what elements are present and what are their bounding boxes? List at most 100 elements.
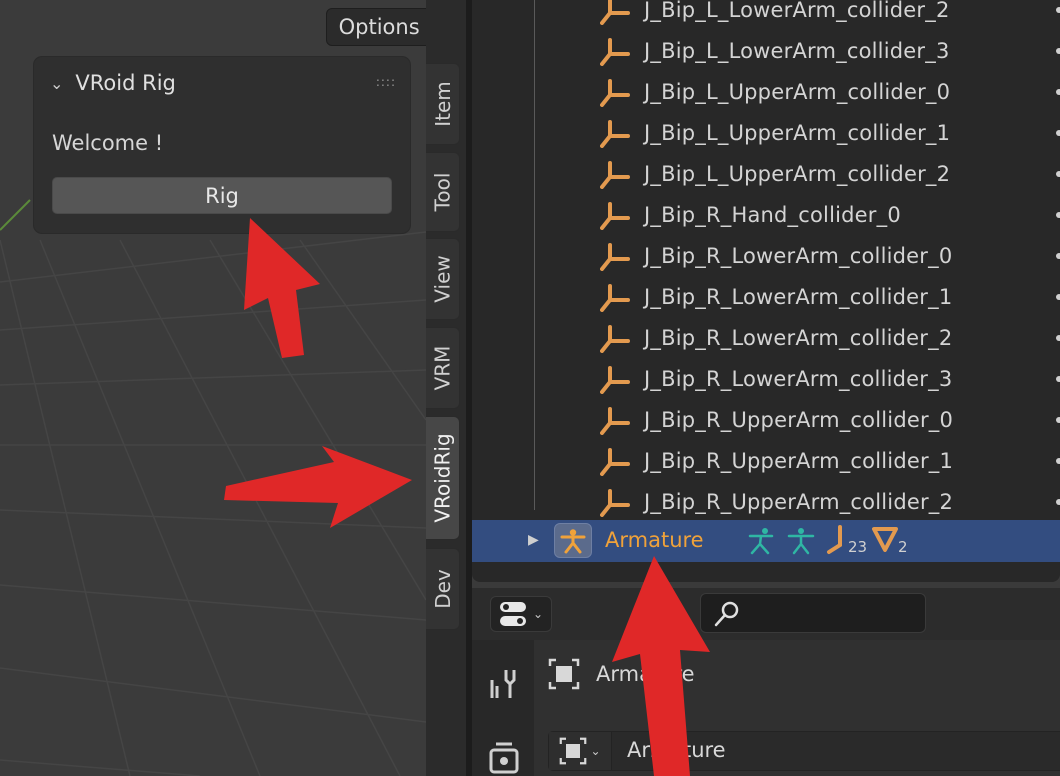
outliner-row[interactable]: J_Bip_L_UpperArm_collider_0 [472,71,1060,112]
visibility-dot[interactable] [1056,416,1060,423]
rig-button[interactable]: Rig [52,177,392,214]
armature-label[interactable]: Armature [605,528,704,552]
bone-icon[interactable] [826,525,848,555]
bone-label[interactable]: J_Bip_L_UpperArm_collider_1 [644,121,950,145]
bone-icon[interactable] [600,489,630,517]
outliner-row[interactable]: J_Bip_L_UpperArm_collider_1 [472,112,1060,153]
data-block-name[interactable]: Armature [627,738,726,762]
object-row: Armature [548,658,695,690]
visibility-dot[interactable] [1056,88,1060,95]
bone-label[interactable]: J_Bip_L_UpperArm_collider_0 [644,80,950,104]
bone-label[interactable]: J_Bip_R_LowerArm_collider_2 [644,326,952,350]
tab-item-label: Item [430,81,455,127]
search-input[interactable] [747,598,921,630]
outliner-row[interactable]: J_Bip_R_UpperArm_collider_0 [472,399,1060,440]
outliner-row[interactable]: J_Bip_R_LowerArm_collider_3 [472,358,1060,399]
tool-settings-icon[interactable] [488,666,520,700]
visibility-dot[interactable] [1056,252,1060,259]
bone-icon[interactable] [600,366,630,394]
pose-icon[interactable] [786,526,816,556]
bone-icon[interactable] [600,79,630,107]
visibility-dot[interactable] [1056,6,1060,13]
visibility-dot[interactable] [1056,293,1060,300]
tab-vroidrig[interactable]: VRoidRig [426,416,460,540]
outliner-row[interactable]: J_Bip_R_LowerArm_collider_2 [472,317,1060,358]
outliner-row[interactable]: J_Bip_R_LowerArm_collider_1 [472,276,1060,317]
bone-icon[interactable] [600,407,630,435]
bone-label[interactable]: J_Bip_R_UpperArm_collider_1 [644,449,953,473]
visibility-dot[interactable] [1056,47,1060,54]
welcome-text: Welcome ! [52,131,164,155]
chevron-down-icon: ⌄ [590,744,601,758]
object-icon [560,737,587,765]
bone-label[interactable]: J_Bip_L_LowerArm_collider_2 [644,0,950,22]
pose-icon[interactable] [746,526,776,556]
bone-label[interactable]: J_Bip_R_UpperArm_collider_0 [644,408,953,432]
bone-icon[interactable] [600,161,630,189]
vroid-rig-panel: ⌄ VRoid Rig :::: Welcome ! Rig [34,57,410,233]
bone-label[interactable]: J_Bip_L_LowerArm_collider_3 [644,39,950,63]
panel-header[interactable]: ⌄ VRoid Rig :::: [34,57,410,109]
editor-type-dropdown[interactable]: ⌄ [490,596,552,632]
tab-dev-label: Dev [430,569,455,609]
data-type-dropdown[interactable]: ⌄ [549,732,612,770]
search-field[interactable] [700,593,926,633]
tab-vrm[interactable]: VRM [426,327,460,409]
visibility-dot[interactable] [1056,170,1060,177]
visibility-dot[interactable] [1056,375,1060,382]
visibility-dot[interactable] [1056,129,1060,136]
outliner[interactable]: J_Bip_L_LowerArm_collider_2 J_Bip_L_Lower… [472,0,1060,582]
armature-icon[interactable] [554,523,592,558]
bone-icon[interactable] [600,284,630,312]
tab-tool[interactable]: Tool [426,152,460,232]
visibility-dot[interactable] [1056,211,1060,218]
expand-arrow-icon[interactable]: ▶ [528,532,539,548]
bone-icon[interactable] [600,120,630,148]
tab-view[interactable]: View [426,238,460,320]
visibility-dot[interactable] [1056,457,1060,464]
options-label: Options [338,15,420,39]
properties-editor[interactable]: ⌄ Armature ⌄ Armature [472,588,1060,776]
options-dropdown[interactable]: Options ⌄ [326,8,426,46]
tab-item[interactable]: Item [426,63,460,145]
outliner-row[interactable]: J_Bip_R_UpperArm_collider_1 [472,440,1060,481]
bone-icon[interactable] [600,243,630,271]
bone-icon[interactable] [600,325,630,353]
outliner-row[interactable]: J_Bip_L_LowerArm_collider_3 [472,30,1060,71]
properties-tab-bar [472,640,534,776]
visibility-dot[interactable] [1056,498,1060,505]
tab-dev[interactable]: Dev [426,548,460,630]
bone-label[interactable]: J_Bip_R_Hand_collider_0 [644,203,901,227]
bone-icon[interactable] [600,0,630,25]
render-icon[interactable] [488,740,520,774]
outliner-row[interactable]: J_Bip_L_UpperArm_collider_2 [472,153,1060,194]
bone-label[interactable]: J_Bip_R_LowerArm_collider_1 [644,285,952,309]
bone-icon[interactable] [600,448,630,476]
bone-label[interactable]: J_Bip_R_LowerArm_collider_0 [644,244,952,268]
bone-label[interactable]: J_Bip_R_UpperArm_collider_2 [644,490,953,514]
chevron-down-icon: ⌄ [532,607,544,621]
tab-view-label: View [430,255,455,303]
properties-header: ⌄ [472,588,1060,640]
outliner-row[interactable]: J_Bip_L_LowerArm_collider_2 [472,0,1060,30]
sidebar-tabs: Item Tool View VRM VRoidRig Dev [426,0,466,776]
chevron-down-icon[interactable]: ⌄ [50,74,63,93]
object-name[interactable]: Armature [596,662,695,686]
bone-icon[interactable] [600,202,630,230]
armature-row[interactable]: ▶ Armature 23 2 [472,520,1060,562]
bone-label[interactable]: J_Bip_L_UpperArm_collider_2 [644,162,950,186]
bone-label[interactable]: J_Bip_R_LowerArm_collider_3 [644,367,952,391]
visibility-dot[interactable] [1056,334,1060,341]
panel-title: VRoid Rig [75,71,176,95]
bone-icon[interactable] [600,38,630,66]
mesh-icon[interactable] [872,526,898,552]
outliner-row[interactable]: J_Bip_R_LowerArm_collider_0 [472,235,1060,276]
search-icon [714,601,739,627]
outliner-row[interactable]: J_Bip_R_Hand_collider_0 [472,194,1060,235]
outliner-row[interactable]: J_Bip_R_UpperArm_collider_2 [472,481,1060,522]
data-block-field[interactable]: ⌄ Armature [548,731,1060,771]
tab-vrm-label: VRM [430,345,455,391]
3d-viewport[interactable]: Options ⌄ ⌄ VRoid Rig :::: Welcome ! Rig [0,0,426,776]
tab-vroidrig-label: VRoidRig [430,433,455,523]
drag-handle-icon[interactable]: :::: [376,75,396,89]
